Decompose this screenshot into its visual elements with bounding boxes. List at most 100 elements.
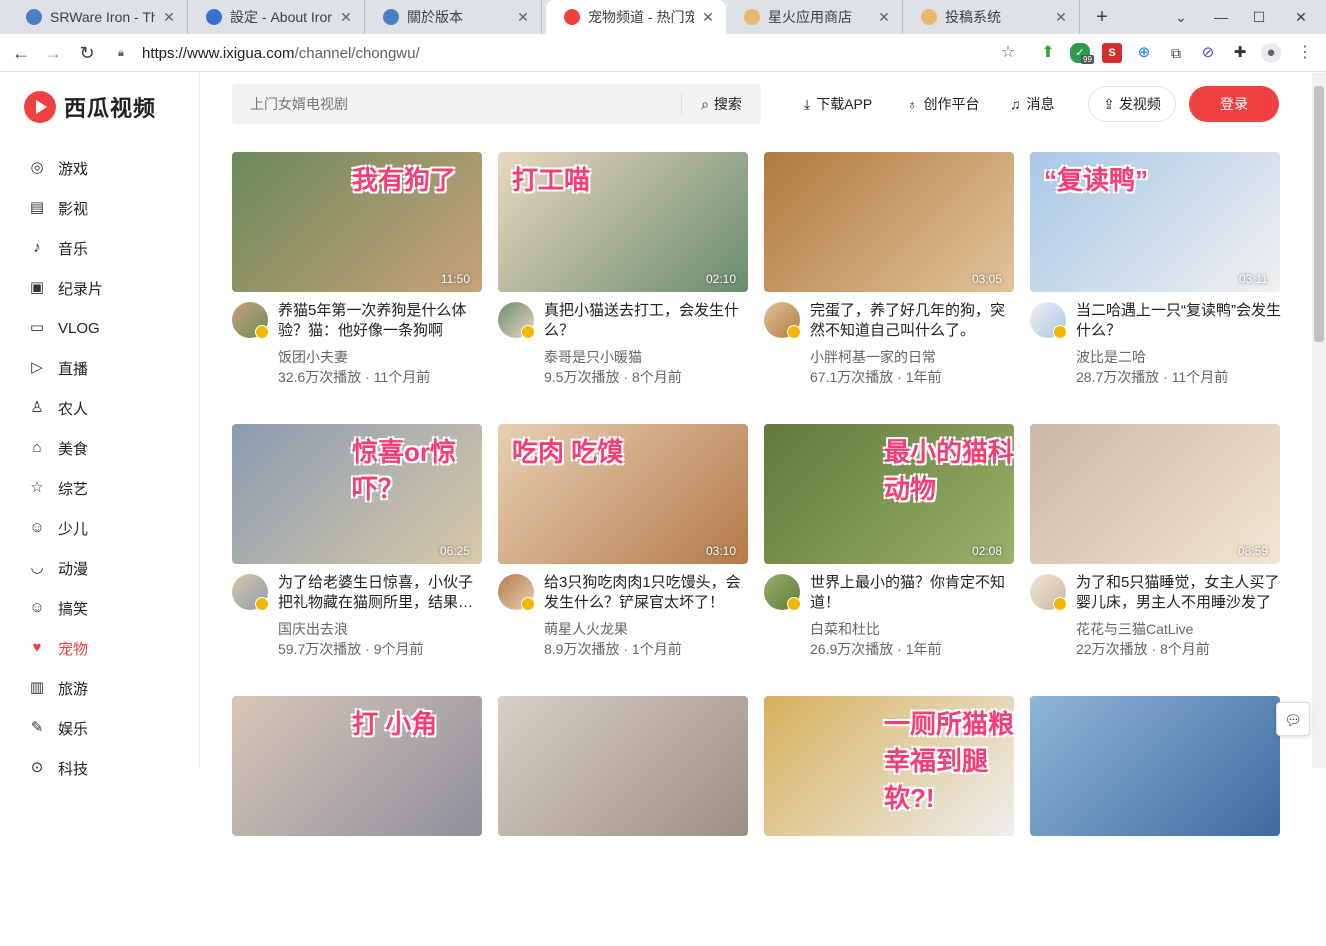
messages-link[interactable]: ♫ 消息 <box>1010 94 1055 114</box>
author-avatar[interactable] <box>232 574 269 611</box>
tab-close-icon[interactable]: ✕ <box>700 9 716 26</box>
site-logo[interactable]: 西瓜视频 <box>24 91 156 123</box>
video-thumbnail[interactable]: “复读鸭” 03:11 <box>1030 152 1280 292</box>
sidebar-item[interactable]: ♙ 农人 <box>0 388 200 428</box>
maximize-button[interactable]: ☐ <box>1240 0 1278 34</box>
video-author[interactable]: 国庆出去浪 <box>278 619 348 639</box>
video-thumbnail[interactable]: 03:05 <box>764 152 1014 292</box>
video-thumbnail[interactable]: 打 小角 <box>232 696 482 836</box>
video-author[interactable]: 波比是二哈 <box>1076 347 1146 367</box>
video-title[interactable]: 当二哈遇上一只“复读鸭”会发生什么？ <box>1076 301 1282 341</box>
new-tab-button[interactable]: + <box>1090 6 1114 28</box>
video-card[interactable]: 打 小角 <box>232 696 482 946</box>
tab-close-icon[interactable]: ✕ <box>338 9 354 26</box>
video-card[interactable]: 一厕所猫粮 幸福到腿软?! <box>764 696 1014 946</box>
video-author[interactable]: 饭团小夫妻 <box>278 347 348 367</box>
video-card[interactable]: “复读鸭” 03:11 当二哈遇上一只“复读鸭”会发生什么？ 波比是二哈 28.7万次播… <box>1030 152 1282 402</box>
window-extension-icon[interactable]: ⧉ <box>1166 43 1186 63</box>
tab-search-icon[interactable]: ⌄ <box>1162 0 1200 34</box>
tab-close-icon[interactable]: ✕ <box>1053 9 1069 26</box>
video-card[interactable] <box>1030 696 1280 946</box>
minimize-button[interactable]: — <box>1202 0 1240 34</box>
video-thumbnail[interactable] <box>498 696 748 836</box>
sidebar-item[interactable]: ▤ 影视 <box>0 188 200 228</box>
sidebar-item[interactable]: ▥ 旅游 <box>0 668 200 708</box>
video-author[interactable]: 白菜和杜比 <box>810 619 880 639</box>
sidebar-item[interactable]: ✎ 娱乐 <box>0 708 200 748</box>
video-card[interactable]: 打工喵 02:10 真把小猫送去打工，会发生什么？ 泰哥是只小暖猫 9.5万次播放 · … <box>498 152 748 402</box>
author-avatar[interactable] <box>1030 302 1067 339</box>
puzzle-extensions-icon[interactable]: ✚ <box>1230 43 1250 63</box>
video-title[interactable]: 养猫5年第一次养狗是什么体验？猫：他好像一条狗啊 <box>278 301 484 341</box>
sidebar-item[interactable]: ♪ 音乐 <box>0 228 200 268</box>
sidebar-item[interactable]: ⊙ 科技 <box>0 748 200 788</box>
translate-extension-icon[interactable]: ⊕ <box>1134 43 1154 63</box>
sidebar-item[interactable]: ◎ 游戏 <box>0 148 200 188</box>
bookmark-star-icon[interactable]: ☆ <box>998 43 1018 63</box>
author-avatar[interactable] <box>498 574 535 611</box>
sidebar-item[interactable]: ♥ 宠物 <box>0 628 200 668</box>
video-thumbnail[interactable]: 吃肉 吃馍 03:10 <box>498 424 748 564</box>
video-title[interactable]: 完蛋了，养了好几年的狗，突然不知道自己叫什么了。 <box>810 301 1016 341</box>
video-author[interactable]: 花花与三猫CatLive <box>1076 619 1193 639</box>
video-card[interactable] <box>498 696 748 946</box>
green-arrow-extension-icon[interactable]: ⬆ <box>1038 43 1058 63</box>
url-bar[interactable]: 🔒︎ https://www.ixigua.com/channel/chongw… <box>118 39 1034 67</box>
author-avatar[interactable] <box>1030 574 1067 611</box>
video-thumbnail[interactable]: 惊喜or惊吓？ 06:25 <box>232 424 482 564</box>
back-icon[interactable]: ← <box>10 42 32 64</box>
sidebar-item[interactable]: ▷ 直播 <box>0 348 200 388</box>
browser-tab[interactable]: 星火应用商店 ✕ <box>726 0 903 34</box>
tab-close-icon[interactable]: ✕ <box>876 9 892 26</box>
browser-tab[interactable]: SRWare Iron - The ✕ <box>8 0 188 34</box>
browser-tab[interactable]: 宠物频道 - 热门宠物 ✕ <box>546 0 726 34</box>
video-title[interactable]: 为了给老婆生日惊喜，小伙子把礼物藏在猫厕所里，结果… <box>278 573 484 613</box>
search-input[interactable] <box>232 84 681 124</box>
s-extension-icon[interactable]: S <box>1102 43 1122 63</box>
browser-tab[interactable]: 關於版本 ✕ <box>365 0 542 34</box>
sidebar-item[interactable]: ▭ VLOG <box>0 308 200 348</box>
block-extension-icon[interactable]: ⊘ <box>1198 43 1218 63</box>
video-card[interactable]: 08:59 为了和5只猫睡觉，女主人买了婴儿床，男主人不用睡沙发了花花与三猫Cat… <box>1030 424 1280 674</box>
browser-tab[interactable]: 投稿系统 ✕ <box>903 0 1080 34</box>
video-thumbnail[interactable]: 一厕所猫粮 幸福到腿软?! <box>764 696 1014 836</box>
sidebar-item[interactable]: ⌂ 美食 <box>0 428 200 468</box>
search-button[interactable]: ⌕ 搜索 <box>681 93 761 115</box>
video-title[interactable]: 真把小猫送去打工，会发生什么？ <box>544 301 750 341</box>
profile-avatar-icon[interactable]: ● <box>1261 43 1281 63</box>
video-thumbnail[interactable]: 打工喵 02:10 <box>498 152 748 292</box>
video-card[interactable]: 吃肉 吃馍 03:10 给3只狗吃肉肉1只吃馒头，会发生什么？铲屎官太坏了！ 萌星人火… <box>498 424 748 674</box>
sidebar-item[interactable]: ☆ 综艺 <box>0 468 200 508</box>
video-title[interactable]: 给3只狗吃肉肉1只吃馒头，会发生什么？铲屎官太坏了！ <box>544 573 750 613</box>
video-thumbnail[interactable]: 08:59 <box>1030 424 1280 564</box>
feedback-icon[interactable]: 💬︎ <box>1276 702 1310 736</box>
video-thumbnail[interactable]: 最小的猫科动物 02:08 <box>764 424 1014 564</box>
video-author[interactable]: 小胖柯基一家的日常 <box>810 347 936 367</box>
browser-tab[interactable]: 設定 - About Iron ✕ <box>188 0 365 34</box>
video-card[interactable]: 最小的猫科动物 02:08 世界上最小的猫？你肯定不知道！ 白菜和杜比 26.9万次播放… <box>764 424 1014 674</box>
video-card[interactable]: 我有狗了 11:50 养猫5年第一次养狗是什么体验？猫：他好像一条狗啊 饭团小夫妻 32… <box>232 152 482 402</box>
video-author[interactable]: 萌星人火龙果 <box>544 619 628 639</box>
sidebar-item[interactable]: ◡ 动漫 <box>0 548 200 588</box>
menu-kebab-icon[interactable]: ⋮ <box>1295 43 1315 63</box>
video-card[interactable]: 惊喜or惊吓？ 06:25 为了给老婆生日惊喜，小伙子把礼物藏在猫厕所里，结果… 国庆… <box>232 424 482 674</box>
scrollbar-thumb[interactable] <box>1314 86 1324 342</box>
reload-icon[interactable]: ↻ <box>76 42 98 64</box>
video-title[interactable]: 世界上最小的猫？你肯定不知道！ <box>810 573 1016 613</box>
sidebar-item[interactable]: ☺ 少儿 <box>0 508 200 548</box>
creator-platform-link[interactable]: ♁ 创作平台 <box>907 94 980 114</box>
close-window-button[interactable]: ✕ <box>1282 0 1320 34</box>
author-avatar[interactable] <box>232 302 269 339</box>
video-title[interactable]: 为了和5只猫睡觉，女主人买了婴儿床，男主人不用睡沙发了 <box>1076 573 1282 613</box>
login-button[interactable]: 登录 <box>1189 86 1279 122</box>
tab-close-icon[interactable]: ✕ <box>515 9 531 26</box>
sidebar-item[interactable]: ▣ 纪录片 <box>0 268 200 308</box>
author-avatar[interactable] <box>764 302 801 339</box>
author-avatar[interactable] <box>498 302 535 339</box>
download-app-link[interactable]: ⤓ 下载APP <box>804 94 872 114</box>
video-card[interactable]: 03:05 完蛋了，养了好几年的狗，突然不知道自己叫什么了。 小胖柯基一家的日常 67… <box>764 152 1014 402</box>
tab-close-icon[interactable]: ✕ <box>161 9 177 26</box>
video-author[interactable]: 泰哥是只小暖猫 <box>544 347 642 367</box>
sidebar-item[interactable]: ☺ 搞笑 <box>0 588 200 628</box>
author-avatar[interactable] <box>764 574 801 611</box>
